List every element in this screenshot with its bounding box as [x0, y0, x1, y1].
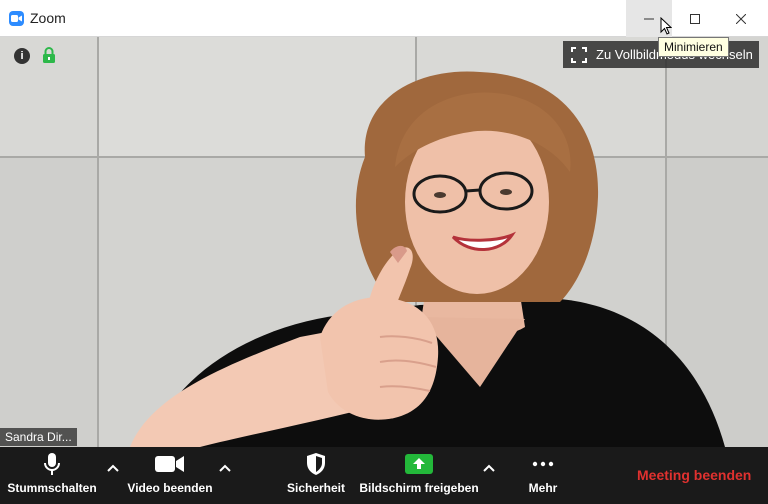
camera-icon	[155, 456, 184, 472]
stop-video-button[interactable]: Video beenden	[124, 447, 216, 504]
maximize-button[interactable]	[672, 0, 718, 37]
zoom-window: Zoom i Zu Vollbildmodus Sandra Dir... Mi…	[0, 0, 768, 504]
chevron-up-icon[interactable]	[106, 462, 120, 476]
shield-icon	[307, 453, 325, 475]
fullscreen-icon	[571, 46, 587, 63]
mute-label: Stummschalten	[7, 481, 97, 495]
security-label: Sicherheit	[286, 481, 346, 495]
video-area[interactable]: i Zu Vollbildmodus wechseln Sandra Dir..…	[0, 37, 768, 447]
mute-button[interactable]: Stummschalten	[4, 447, 100, 504]
maximize-icon	[690, 13, 700, 24]
minimize-icon	[644, 18, 654, 19]
more-button[interactable]: Mehr	[520, 447, 566, 504]
participant-name-label: Sandra Dir...	[0, 428, 77, 446]
participant-video	[130, 71, 725, 447]
close-icon	[736, 13, 746, 24]
video-label: Video beenden	[127, 481, 213, 495]
close-button[interactable]	[718, 0, 764, 37]
security-button[interactable]: Sicherheit	[284, 447, 348, 504]
lock-icon[interactable]	[42, 47, 56, 64]
title-bar: Zoom	[0, 0, 768, 37]
microphone-icon	[44, 453, 60, 475]
more-dots-icon	[532, 461, 554, 467]
share-arrow-icon	[405, 454, 433, 474]
zoom-logo-icon	[9, 11, 24, 26]
mouse-cursor-icon	[660, 17, 672, 35]
end-meeting-button[interactable]: Meeting beenden	[637, 467, 751, 483]
chevron-up-icon[interactable]	[482, 462, 496, 476]
more-label: Mehr	[528, 481, 558, 495]
share-screen-button[interactable]: Bildschirm freigeben	[359, 447, 479, 504]
window-title: Zoom	[30, 10, 66, 26]
share-label: Bildschirm freigeben	[359, 481, 479, 495]
info-icon[interactable]: i	[14, 48, 30, 64]
minimize-tooltip: Minimieren	[658, 37, 729, 57]
meeting-toolbar: Stummschalten Video beenden Sicherheit B…	[0, 447, 768, 504]
chevron-up-icon[interactable]	[218, 462, 232, 476]
